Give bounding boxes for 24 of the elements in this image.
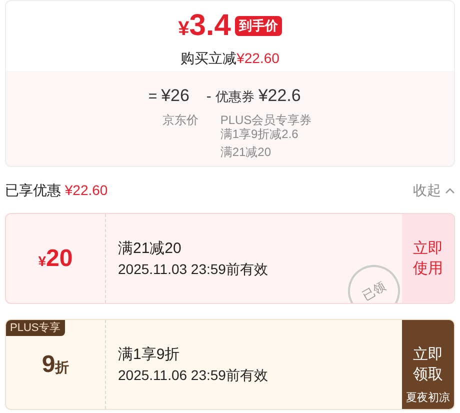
breakdown-note: 京东价 (162, 112, 198, 126)
coupon-title: 满1享9折 (118, 344, 181, 364)
breakdown-amount: ¥22.6 (258, 85, 301, 107)
caret-icon (445, 186, 455, 194)
coupon-action-button[interactable]: 立即领取 夏夜初凉 (402, 320, 454, 409)
breakdown-note: 满1享9折减2.6 (220, 126, 300, 140)
price-badge: 到手价 (234, 16, 282, 36)
coupon-amount: ¥20 (38, 244, 73, 274)
operator: - (206, 87, 212, 107)
enjoyed-discount: 已享优惠 ¥22.60 (5, 180, 108, 200)
collapse-button[interactable]: 收起 (413, 180, 455, 200)
saving-text: 购买立减¥22.60 (180, 49, 280, 68)
breakdown-note: PLUS会员专享券 (220, 112, 312, 126)
final-price: ¥3.4 (178, 8, 231, 44)
coupon-validity: 2025.11.06 23:59前有效 (118, 366, 269, 384)
coupon-amount: 9折 (42, 350, 70, 380)
breakdown-label: 优惠券 (215, 88, 254, 106)
coupon-validity: 2025.11.03 23:59前有效 (118, 260, 269, 278)
coupon-title: 满21减20 (118, 238, 182, 258)
plus-tag: PLUS专享 (6, 320, 65, 336)
coupon-action-button[interactable]: 立即使用 (402, 214, 454, 303)
breakdown-amount: ¥26 (161, 85, 190, 107)
operator: = (148, 87, 158, 107)
breakdown-note: 满21减20 (220, 144, 272, 158)
